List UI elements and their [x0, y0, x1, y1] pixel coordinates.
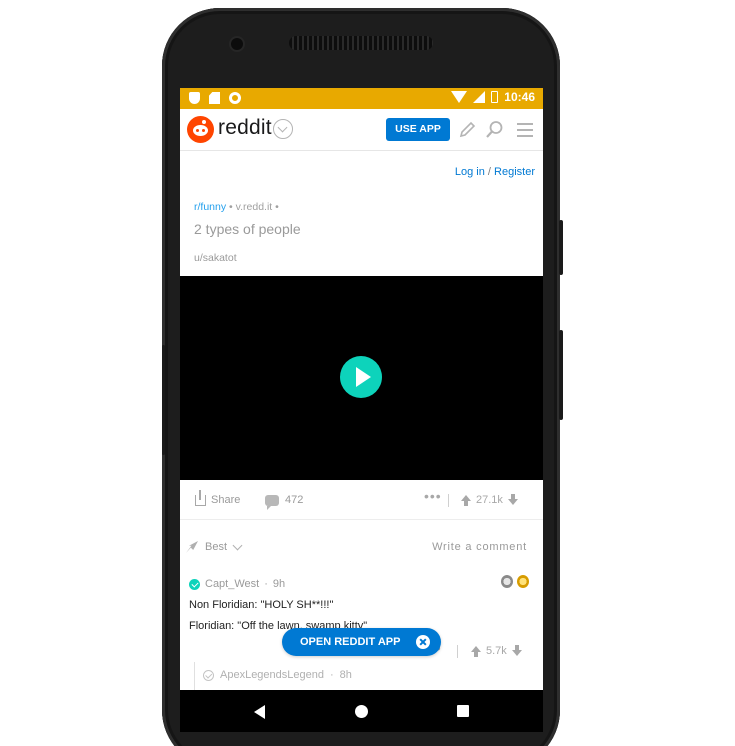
post-author[interactable]: u/sakatot	[194, 252, 237, 264]
play-button[interactable]	[340, 356, 382, 398]
upvote-icon[interactable]	[471, 646, 481, 657]
comment-count: 472	[285, 494, 304, 506]
write-comment-button[interactable]: Write a comment	[432, 541, 527, 553]
wifi-icon	[451, 91, 468, 103]
reply-author[interactable]: ApexLegendsLegend	[220, 669, 324, 681]
more-options-icon[interactable]: •••	[424, 488, 442, 504]
checkmark-icon	[203, 669, 214, 681]
stage: 10:46 reddit USE APP Log in / Register r…	[0, 0, 735, 746]
login-link[interactable]: Log in	[455, 166, 485, 178]
share-button[interactable]: Share	[195, 489, 241, 506]
reddit-logo[interactable]	[187, 116, 214, 143]
post-domain[interactable]: v.redd.it	[236, 201, 273, 213]
reply-comment: ApexLegendsLegend · 8h	[194, 662, 543, 690]
comment-line-1: Non Floridian: "HOLY SH**!!!"	[189, 599, 334, 611]
divider	[448, 494, 449, 507]
sort-dropdown[interactable]: Best	[205, 540, 243, 553]
reddit-header: reddit USE APP	[180, 109, 543, 151]
downvote-icon[interactable]	[511, 645, 522, 656]
upvote-icon[interactable]	[461, 495, 471, 506]
comment-awards	[501, 575, 529, 588]
register-link[interactable]: Register	[494, 166, 535, 178]
sd-card-icon	[209, 92, 220, 104]
subreddit-link[interactable]: r/funny	[194, 201, 226, 213]
menu-icon[interactable]	[517, 123, 533, 137]
share-icon	[195, 489, 206, 506]
post-meta: r/funny • v.redd.it •	[194, 201, 279, 213]
post-action-bar: Share 472 ••• 27.1k	[180, 480, 543, 520]
status-bar: 10:46	[180, 88, 543, 109]
auth-links: Log in / Register	[455, 166, 535, 178]
comment-author[interactable]: Capt_West	[205, 578, 259, 590]
search-icon[interactable]	[485, 120, 504, 139]
chevron-down-icon	[232, 540, 243, 550]
comment-sort-bar: Best Write a comment	[180, 532, 543, 562]
reddit-wordmark[interactable]: reddit	[218, 116, 272, 140]
reply-age: 8h	[339, 669, 352, 681]
gold-award-icon	[517, 575, 529, 588]
status-time: 10:46	[504, 90, 535, 104]
battery-icon	[491, 91, 499, 103]
downvote-icon[interactable]	[507, 494, 518, 505]
comment-score: 5.7k	[486, 645, 507, 657]
auth-separator: /	[487, 166, 491, 178]
cellular-icon	[473, 91, 486, 103]
comment-header: Capt_West · 9h	[189, 578, 285, 590]
rocket-icon	[186, 541, 198, 553]
sort-label: Best	[205, 541, 228, 553]
video-player[interactable]	[180, 276, 543, 480]
comments-button[interactable]: 472	[265, 494, 304, 510]
close-icon[interactable]	[416, 635, 430, 649]
use-app-button[interactable]: USE APP	[386, 118, 450, 141]
front-camera	[231, 38, 243, 50]
volume-button	[559, 220, 563, 275]
sync-icon	[229, 92, 241, 104]
comment-bubble-icon	[265, 494, 279, 510]
open-app-label: OPEN REDDIT APP	[300, 636, 401, 648]
android-nav-bar	[180, 690, 543, 732]
side-edge	[162, 345, 165, 455]
earpiece-speaker	[289, 36, 433, 50]
back-icon[interactable]	[254, 705, 265, 719]
open-reddit-app-button[interactable]: OPEN REDDIT APP	[282, 628, 441, 656]
comment-vote: 5.7k	[471, 645, 522, 657]
phone-screen: 10:46 reddit USE APP Log in / Register r…	[180, 88, 543, 732]
checkmark-icon	[189, 578, 200, 590]
silver-award-icon	[501, 575, 513, 588]
pencil-icon[interactable]	[459, 121, 476, 138]
shield-icon	[189, 92, 200, 104]
chevron-down-icon[interactable]	[273, 119, 293, 139]
post-vote: 27.1k	[461, 494, 518, 506]
share-label: Share	[211, 494, 241, 506]
post-title[interactable]: 2 types of people	[194, 221, 301, 237]
post-score: 27.1k	[476, 494, 503, 506]
power-button	[559, 330, 563, 420]
home-icon[interactable]	[355, 705, 368, 718]
divider	[457, 645, 458, 658]
reply-header: ApexLegendsLegend · 8h	[203, 669, 352, 681]
recents-icon[interactable]	[457, 705, 469, 717]
comment-age: 9h	[272, 578, 286, 590]
